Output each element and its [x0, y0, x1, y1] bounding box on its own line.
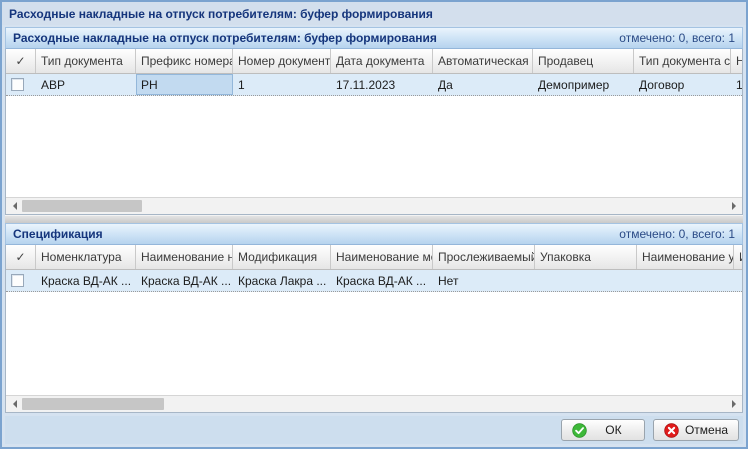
check-all-header[interactable]: ✓	[6, 245, 36, 269]
check-all-header[interactable]: ✓	[6, 49, 36, 73]
table-row[interactable]: Краска ВД-АК ... Краска ВД-АК ... Краска…	[6, 270, 742, 292]
documents-horizontal-scrollbar[interactable]	[6, 197, 742, 214]
documents-panel-title: Расходные накладные на отпуск потребител…	[13, 31, 437, 45]
specification-panel-title: Спецификация	[13, 227, 103, 241]
table-cell[interactable]: Договор	[634, 74, 731, 95]
column-header[interactable]: Автоматическая ус	[433, 49, 533, 73]
table-cell[interactable]: Краска ВД-АК ...	[36, 270, 136, 291]
column-header[interactable]: Наименование упа	[637, 245, 734, 269]
column-header[interactable]: Продавец	[533, 49, 634, 73]
column-header[interactable]: Модификация	[233, 245, 331, 269]
table-cell[interactable]: 1	[731, 74, 742, 95]
specification-header-row: ✓ Номенклатура Наименование ном Модифика…	[6, 245, 742, 270]
cancel-button[interactable]: Отмена	[653, 419, 739, 441]
scroll-right-icon[interactable]	[726, 396, 742, 412]
documents-panel-header: Расходные накладные на отпуск потребител…	[5, 27, 743, 49]
specification-grid: ✓ Номенклатура Наименование ном Модифика…	[5, 245, 743, 413]
row-checkbox-cell	[6, 74, 36, 95]
scroll-right-icon[interactable]	[726, 198, 742, 214]
ok-button-label: ОК	[593, 423, 634, 437]
table-cell[interactable]	[637, 270, 734, 291]
column-header[interactable]: Н	[731, 49, 742, 73]
dialog-footer: ОК Отмена	[5, 416, 743, 444]
column-header[interactable]: Тип документа счё	[634, 49, 731, 73]
documents-panel: Расходные накладные на отпуск потребител…	[5, 27, 743, 215]
column-header[interactable]: И	[734, 245, 743, 269]
window-title: Расходные накладные на отпуск потребител…	[9, 7, 433, 21]
table-cell[interactable]	[734, 270, 743, 291]
column-header[interactable]: Наименование ном	[136, 245, 233, 269]
scroll-left-icon[interactable]	[6, 198, 22, 214]
specification-panel-counter: отмечено: 0, всего: 1	[619, 227, 735, 241]
column-header[interactable]: Упаковка	[535, 245, 637, 269]
documents-header-row: ✓ Тип документа Префикс номера д Номер д…	[6, 49, 742, 74]
column-header[interactable]: Номер документа.	[233, 49, 331, 73]
table-cell[interactable]: 1	[233, 74, 331, 95]
table-cell[interactable]: 17.11.2023	[331, 74, 433, 95]
table-cell[interactable]: Да	[433, 74, 533, 95]
column-header[interactable]: Номенклатура	[36, 245, 136, 269]
specification-panel: Спецификация отмечено: 0, всего: 1 ✓ Ном…	[5, 223, 743, 413]
table-cell[interactable]: Нет	[433, 270, 535, 291]
column-header[interactable]: Прослеживаемый	[433, 245, 535, 269]
scrollbar-thumb[interactable]	[22, 398, 164, 410]
documents-grid: ✓ Тип документа Префикс номера д Номер д…	[5, 49, 743, 215]
table-cell-focused[interactable]: РН	[136, 74, 233, 95]
ok-button[interactable]: ОК	[561, 419, 645, 441]
table-cell[interactable]	[535, 270, 637, 291]
table-cell[interactable]: Краска ВД-АК ...	[331, 270, 433, 291]
row-checkbox[interactable]	[11, 274, 24, 287]
ok-check-icon	[572, 423, 587, 438]
panel-splitter[interactable]	[5, 215, 743, 223]
table-cell[interactable]: Демопример	[533, 74, 634, 95]
column-header[interactable]: Наименование мод	[331, 245, 433, 269]
scrollbar-thumb[interactable]	[22, 200, 142, 212]
window-titlebar[interactable]: Расходные накладные на отпуск потребител…	[2, 2, 746, 25]
table-row[interactable]: АВР РН 1 17.11.2023 Да Демопример Догово…	[6, 74, 742, 96]
table-cell[interactable]: Краска ВД-АК ...	[136, 270, 233, 291]
cancel-x-icon	[664, 423, 679, 438]
dialog-window: Расходные накладные на отпуск потребител…	[0, 0, 748, 449]
table-cell[interactable]: АВР	[36, 74, 136, 95]
specification-panel-header: Спецификация отмечено: 0, всего: 1	[5, 223, 743, 245]
specification-horizontal-scrollbar[interactable]	[6, 395, 742, 412]
cancel-button-label: Отмена	[685, 423, 728, 437]
documents-panel-counter: отмечено: 0, всего: 1	[619, 31, 735, 45]
row-checkbox[interactable]	[11, 78, 24, 91]
table-cell[interactable]: Краска Лакра ...	[233, 270, 331, 291]
column-header[interactable]: Тип документа	[36, 49, 136, 73]
column-header[interactable]: Дата документа	[331, 49, 433, 73]
column-header[interactable]: Префикс номера д	[136, 49, 233, 73]
scroll-left-icon[interactable]	[6, 396, 22, 412]
row-checkbox-cell	[6, 270, 36, 291]
